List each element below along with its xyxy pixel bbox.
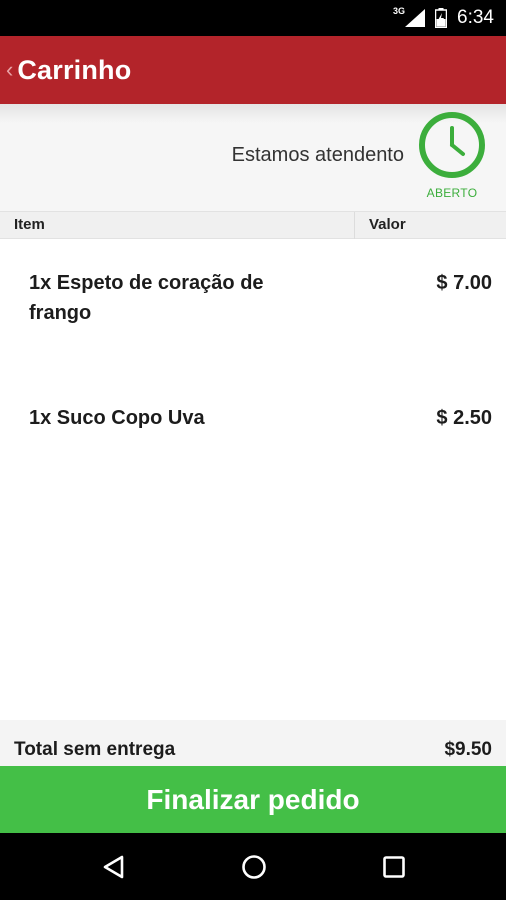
cart-item-name: 1x Suco Copo Uva [29, 407, 205, 429]
total-label: Total sem entrega [14, 739, 176, 760]
network-type: 3G [393, 6, 406, 16]
cart-item-price: $ 7.00 [436, 272, 492, 294]
total-value: $9.50 [444, 739, 492, 760]
table-header: Item Valor [0, 211, 506, 239]
open-status-badge: ABERTO [426, 186, 478, 200]
signal-icon [405, 9, 426, 27]
cart-item-price: $ 2.50 [436, 407, 492, 429]
clock-time: 6:34 [457, 7, 494, 28]
column-divider [354, 212, 355, 239]
page-title: Carrinho [17, 54, 132, 85]
back-triangle-icon[interactable] [100, 853, 128, 881]
chevron-left-icon[interactable]: ‹ [6, 59, 13, 81]
column-header-item: Item [14, 216, 45, 233]
status-bar: 3G 6:34 [0, 0, 506, 36]
clock-icon [419, 112, 485, 178]
recents-square-icon[interactable] [380, 853, 408, 881]
store-status-message: Estamos atendento [231, 144, 404, 166]
navigation-bar [0, 833, 506, 900]
home-circle-icon[interactable] [240, 853, 268, 881]
app-bar: ‹ Carrinho [0, 36, 506, 104]
battery-icon [435, 8, 448, 28]
column-header-valor: Valor [369, 216, 406, 233]
total-bar: Total sem entrega $9.50 [0, 720, 506, 766]
cart-item-name: 1x Espeto de coração de frango [29, 272, 264, 324]
cart-items-list: 1x Espeto de coração de frango $ 7.00 1x… [0, 240, 506, 720]
finish-order-button[interactable]: Finalizar pedido [0, 766, 506, 833]
